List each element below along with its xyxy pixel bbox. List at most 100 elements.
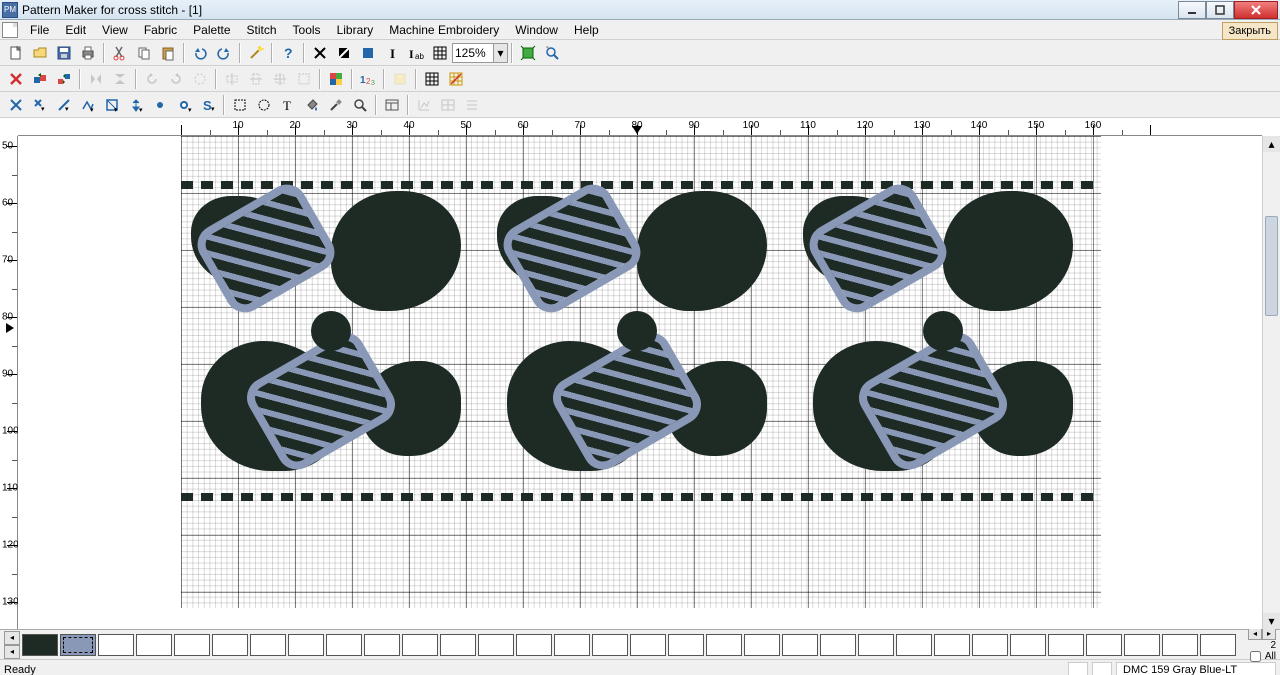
new-button[interactable] bbox=[4, 42, 28, 64]
scrollbar-vertical[interactable]: ▴ ▾ bbox=[1262, 136, 1280, 629]
stitch-back-button[interactable]: ▾ bbox=[76, 94, 100, 116]
menu-edit[interactable]: Edit bbox=[57, 21, 94, 39]
maximize-button[interactable] bbox=[1206, 1, 1234, 19]
grid-button[interactable] bbox=[420, 68, 444, 90]
stitch-french-button[interactable]: ▾ bbox=[124, 94, 148, 116]
menu-palette[interactable]: Palette bbox=[185, 21, 238, 39]
menu-window[interactable]: Window bbox=[507, 21, 566, 39]
swatch-empty[interactable] bbox=[668, 634, 704, 656]
layout-button[interactable] bbox=[380, 94, 404, 116]
swatch-empty[interactable] bbox=[250, 634, 286, 656]
swatch-1[interactable] bbox=[60, 634, 96, 656]
info-button[interactable]: I bbox=[380, 42, 404, 64]
select-ellipse-button[interactable] bbox=[252, 94, 276, 116]
swatch-empty[interactable] bbox=[98, 634, 134, 656]
swatch-empty[interactable] bbox=[212, 634, 248, 656]
ruler-h-marker[interactable] bbox=[632, 126, 642, 134]
half-stitch-button[interactable] bbox=[332, 42, 356, 64]
swatch-empty[interactable] bbox=[972, 634, 1008, 656]
swatch-empty[interactable] bbox=[364, 634, 400, 656]
text-tool-button[interactable]: T bbox=[276, 94, 300, 116]
swatch-empty[interactable] bbox=[744, 634, 780, 656]
menu-library[interactable]: Library bbox=[329, 21, 382, 39]
palette-all-checkbox[interactable] bbox=[1250, 651, 1261, 662]
undo-button[interactable] bbox=[188, 42, 212, 64]
swatch-empty[interactable] bbox=[478, 634, 514, 656]
palette-colors-button[interactable] bbox=[324, 68, 348, 90]
stitch-special-button[interactable]: ▾ bbox=[172, 94, 196, 116]
swatch-empty[interactable] bbox=[1048, 634, 1084, 656]
menu-stitch[interactable]: Stitch bbox=[239, 21, 285, 39]
help-button[interactable]: ? bbox=[276, 42, 300, 64]
swatch-empty[interactable] bbox=[592, 634, 628, 656]
swatch-0[interactable] bbox=[22, 634, 58, 656]
swatch-empty[interactable] bbox=[934, 634, 970, 656]
copy-button[interactable] bbox=[132, 42, 156, 64]
minimize-button[interactable] bbox=[1178, 1, 1206, 19]
close-button[interactable] bbox=[1234, 1, 1278, 19]
stitch-petite-button[interactable]: ▾ bbox=[100, 94, 124, 116]
swatch-empty[interactable] bbox=[402, 634, 438, 656]
swatch-empty[interactable] bbox=[1010, 634, 1046, 656]
zoom-combo[interactable]: ▾ bbox=[452, 43, 508, 63]
wizard-button[interactable] bbox=[244, 42, 268, 64]
block-button[interactable] bbox=[356, 42, 380, 64]
replace-color-button[interactable] bbox=[28, 68, 52, 90]
swatch-empty[interactable] bbox=[516, 634, 552, 656]
paste-button[interactable] bbox=[156, 42, 180, 64]
swatch-empty[interactable] bbox=[554, 634, 590, 656]
swatch-empty[interactable] bbox=[706, 634, 742, 656]
full-stitch-button[interactable] bbox=[308, 42, 332, 64]
swatch-empty[interactable] bbox=[440, 634, 476, 656]
menu-file[interactable]: File bbox=[22, 21, 57, 39]
swatch-empty[interactable] bbox=[1162, 634, 1198, 656]
stitch-full-button[interactable] bbox=[4, 94, 28, 116]
redo-button[interactable] bbox=[212, 42, 236, 64]
swatch-empty[interactable] bbox=[782, 634, 818, 656]
swatch-empty[interactable] bbox=[288, 634, 324, 656]
zoom-input[interactable] bbox=[453, 46, 493, 60]
stitch-bead-button[interactable] bbox=[148, 94, 172, 116]
info2-button[interactable]: Iab bbox=[404, 42, 428, 64]
zoom-tool-button[interactable] bbox=[348, 94, 372, 116]
save-button[interactable] bbox=[52, 42, 76, 64]
delete-button[interactable] bbox=[4, 68, 28, 90]
palette-nav-left[interactable]: ◂◂ bbox=[4, 631, 20, 659]
symbols-button[interactable]: 123 bbox=[356, 68, 380, 90]
ruler-v-marker[interactable] bbox=[6, 323, 14, 333]
eyedropper-button[interactable] bbox=[324, 94, 348, 116]
menu-fabric[interactable]: Fabric bbox=[136, 21, 185, 39]
menu-machine-embroidery[interactable]: Machine Embroidery bbox=[381, 21, 507, 39]
swatch-empty[interactable] bbox=[858, 634, 894, 656]
swatch-empty[interactable] bbox=[1200, 634, 1236, 656]
canvas-viewport[interactable] bbox=[18, 136, 1262, 629]
fit-button[interactable] bbox=[516, 42, 540, 64]
select-rect-button[interactable] bbox=[228, 94, 252, 116]
scroll-down-button[interactable]: ▾ bbox=[1263, 613, 1280, 629]
scroll-up-button[interactable]: ▴ bbox=[1263, 136, 1280, 152]
canvas[interactable] bbox=[18, 136, 1262, 629]
grid-toggle-button[interactable] bbox=[428, 42, 452, 64]
menu-help[interactable]: Help bbox=[566, 21, 607, 39]
palette-scroll-left[interactable]: ◂ bbox=[1248, 628, 1262, 640]
mdi-close-button[interactable]: Закрыть bbox=[1222, 22, 1278, 40]
palette-scroll-right[interactable]: ▸ bbox=[1262, 628, 1276, 640]
swatch-empty[interactable] bbox=[820, 634, 856, 656]
scroll-thumb[interactable] bbox=[1265, 216, 1278, 316]
swap-color-button[interactable] bbox=[52, 68, 76, 90]
grid-yellow-button[interactable] bbox=[444, 68, 468, 90]
menu-view[interactable]: View bbox=[94, 21, 136, 39]
stitch-half-button[interactable]: ▾ bbox=[28, 94, 52, 116]
swatch-empty[interactable] bbox=[1086, 634, 1122, 656]
print-button[interactable] bbox=[76, 42, 100, 64]
swatch-empty[interactable] bbox=[326, 634, 362, 656]
swatch-empty[interactable] bbox=[136, 634, 172, 656]
swatch-empty[interactable] bbox=[1124, 634, 1160, 656]
zoom-area-button[interactable] bbox=[540, 42, 564, 64]
swatch-empty[interactable] bbox=[174, 634, 210, 656]
stitch-quarter-button[interactable]: ▾ bbox=[52, 94, 76, 116]
swatch-empty[interactable] bbox=[896, 634, 932, 656]
swatch-empty[interactable] bbox=[630, 634, 666, 656]
stitch-s-button[interactable]: S▾ bbox=[196, 94, 220, 116]
menu-tools[interactable]: Tools bbox=[285, 21, 329, 39]
